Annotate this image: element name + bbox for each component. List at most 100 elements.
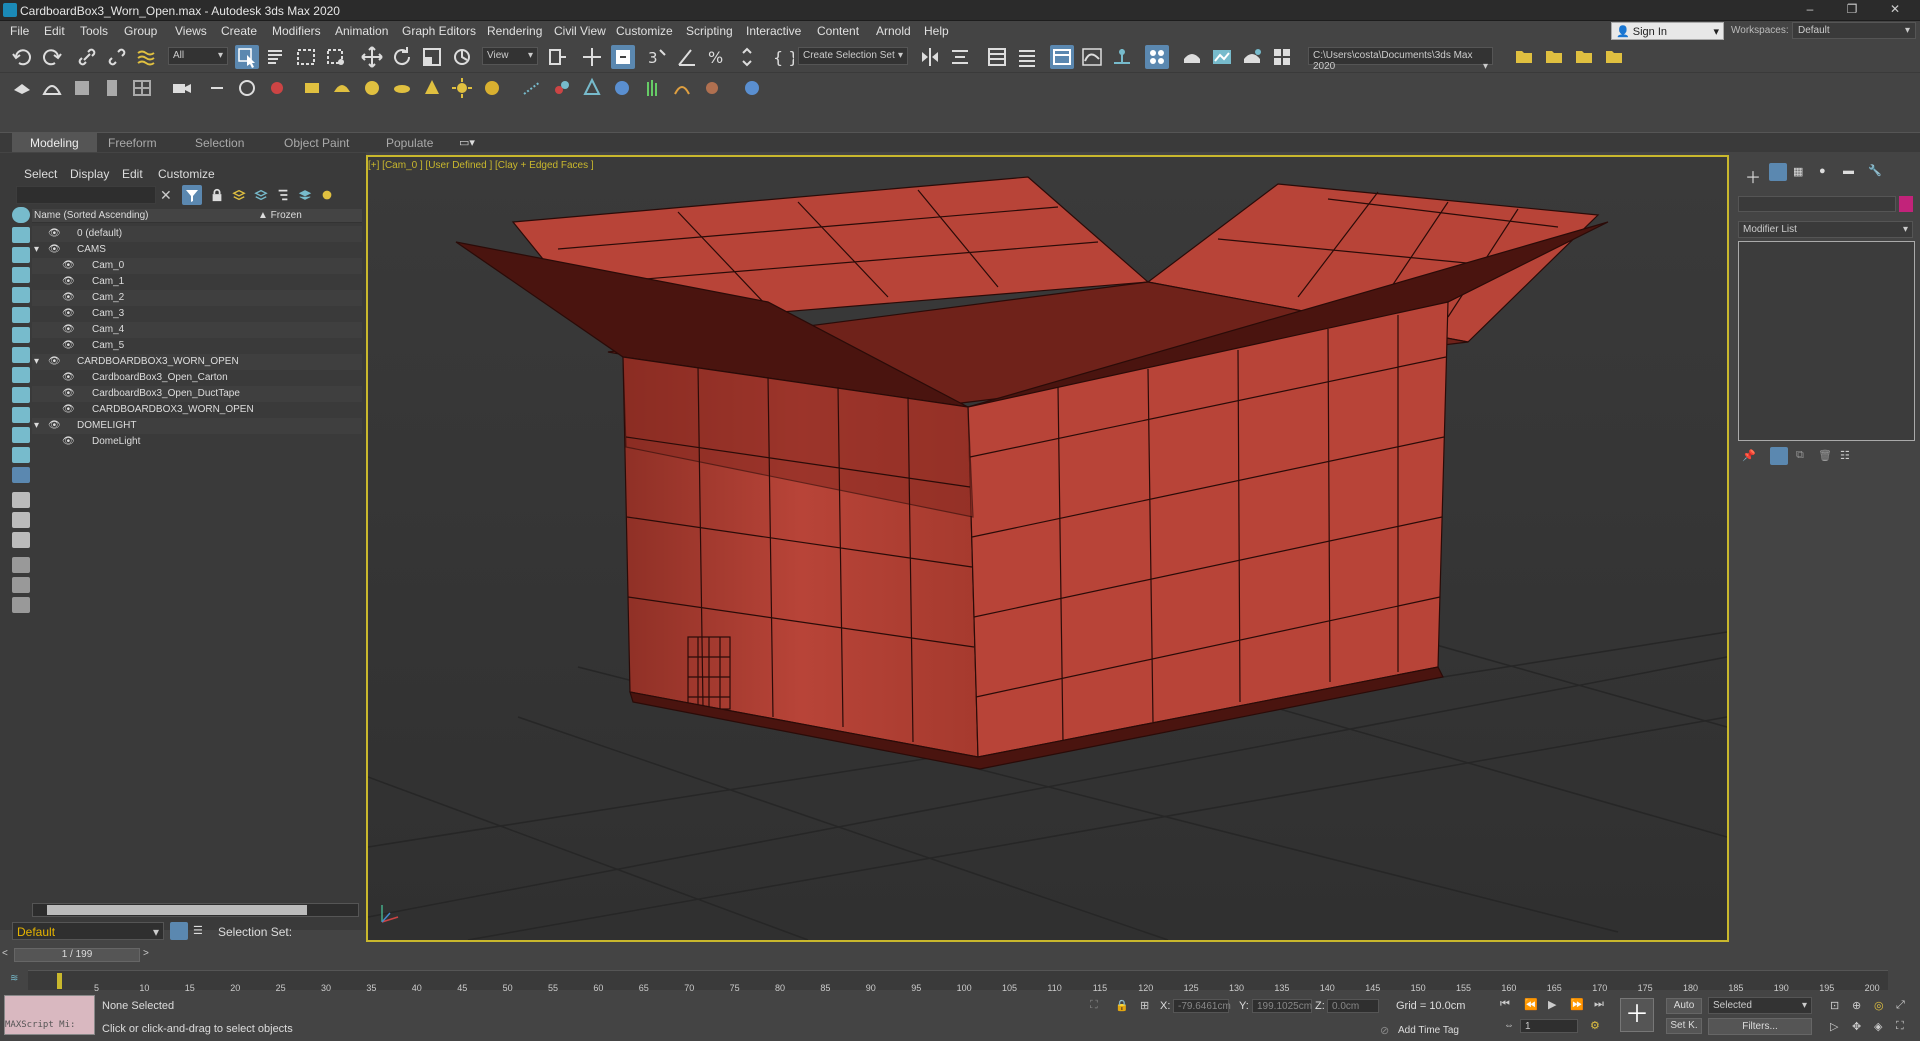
scene-row[interactable]: ▾ 👁 CAMS: [32, 242, 362, 258]
render-production-icon[interactable]: [1240, 45, 1264, 69]
eye-icon[interactable]: 👁: [62, 404, 75, 415]
reference-coordinate-dropdown[interactable]: View ▾: [482, 47, 538, 65]
shapes-icon[interactable]: [40, 76, 64, 100]
tab-object-paint[interactable]: Object Paint: [284, 136, 349, 150]
menu-edit[interactable]: Edit: [44, 24, 65, 38]
skydome-icon[interactable]: [480, 76, 504, 100]
edit-named-selection-icon[interactable]: { }: [770, 45, 798, 69]
lights-filter-icon[interactable]: [12, 267, 30, 283]
project-folder-dropdown[interactable]: C:\Users\costa\Documents\3ds Max 2020 ▾: [1308, 47, 1493, 72]
ribbon-options-icon[interactable]: ▭▾: [459, 136, 475, 149]
percent-snap-icon[interactable]: %: [705, 45, 729, 69]
time-ruler[interactable]: 5 10 15 20 25 30 35 40 45 50 55 60 65 70 75 80 85 90 95 100…: [28, 970, 1888, 993]
scrollbar-thumb[interactable]: [47, 905, 307, 915]
auto-key-button[interactable]: Auto: [1666, 998, 1702, 1014]
pin-stack-icon[interactable]: 📌: [1742, 449, 1756, 462]
placement-icon[interactable]: [450, 45, 474, 69]
selection-filter-dropdown[interactable]: All ▾: [168, 47, 228, 65]
time-slider[interactable]: 1 / 199: [14, 948, 140, 962]
go-to-start-icon[interactable]: ⏮: [1500, 998, 1510, 1011]
open-folder-icon[interactable]: [1542, 45, 1566, 69]
particle-icon[interactable]: [235, 76, 259, 100]
expand-arrow-icon[interactable]: ▾: [34, 244, 39, 255]
menu-help[interactable]: Help: [924, 24, 949, 38]
zoom-extents-icon[interactable]: ⊡: [1830, 999, 1839, 1012]
field-of-view-icon[interactable]: ▷: [1830, 1020, 1838, 1033]
rotate-icon[interactable]: [390, 45, 414, 69]
display-tab-icon[interactable]: ▬: [1843, 165, 1854, 177]
frozen-filter-icon[interactable]: [12, 427, 30, 443]
scene-row[interactable]: ▾ 👁 DOMELIGHT: [32, 418, 362, 434]
tag-icon[interactable]: [12, 597, 30, 613]
tab-populate[interactable]: Populate: [386, 136, 433, 150]
lock-icon[interactable]: [210, 188, 224, 205]
toggle-ribbon-icon[interactable]: [1050, 45, 1074, 69]
key-mode-icon[interactable]: ⇔: [1504, 1020, 1514, 1031]
visibility-filter-icon[interactable]: [12, 467, 30, 483]
filter-options-icon[interactable]: [12, 557, 30, 573]
orbit-icon[interactable]: ◎: [1874, 999, 1884, 1012]
clear-search-icon[interactable]: ✕: [160, 187, 172, 204]
column-name-header[interactable]: Name (Sorted Ascending): [34, 210, 149, 221]
move-icon[interactable]: [360, 45, 384, 69]
layer-stack-icon[interactable]: [298, 188, 312, 205]
scale-icon[interactable]: [420, 45, 444, 69]
workspace-dropdown[interactable]: Default ▾: [1792, 22, 1916, 39]
selection-lock-icon[interactable]: 🔒: [1115, 999, 1129, 1012]
window-crossing-icon[interactable]: [324, 45, 348, 69]
scene-row[interactable]: 👁 Cam_1: [32, 274, 362, 290]
options-icon-3[interactable]: [12, 532, 30, 548]
select-by-name-icon[interactable]: [264, 45, 288, 69]
project-folder-icon[interactable]: [1512, 45, 1536, 69]
named-selection-sets-dropdown[interactable]: Create Selection Set ▾: [798, 47, 908, 65]
modifier-stack[interactable]: [1738, 241, 1915, 441]
layer-explorer-icon[interactable]: [170, 922, 188, 940]
arnold-standin-icon[interactable]: [670, 76, 694, 100]
column-frozen-header[interactable]: ▲ Frozen: [258, 210, 302, 221]
scene-row[interactable]: 👁 CardboardBox3_Open_DuctTape: [32, 386, 362, 402]
funnel-icon[interactable]: [12, 577, 30, 593]
scene-explorer-scrollbar[interactable]: [32, 903, 359, 917]
helper-icon[interactable]: [205, 76, 229, 100]
expand-arrow-icon[interactable]: ▾: [34, 356, 39, 367]
scene-row[interactable]: 👁 DomeLight: [32, 434, 362, 450]
hierarchy-icon[interactable]: [276, 188, 290, 205]
unlink-icon[interactable]: [105, 45, 129, 69]
rendered-frame-window-icon[interactable]: [1210, 45, 1234, 69]
scene-row[interactable]: 👁 Cam_0: [32, 258, 362, 274]
scene-row[interactable]: 👁 CARDBOARDBOX3_WORN_OPEN: [32, 402, 362, 418]
menu-create[interactable]: Create: [221, 24, 257, 38]
pivot-point-icon[interactable]: [545, 45, 569, 69]
spacewarps-filter-icon[interactable]: [12, 327, 30, 343]
cameras-filter-icon[interactable]: [12, 287, 30, 303]
eye-icon[interactable]: 👁: [62, 260, 75, 271]
viewport-label[interactable]: [+] [Cam_0 ] [User Defined ] [Clay + Edg…: [368, 160, 594, 171]
add-time-tag[interactable]: Add Time Tag: [1398, 1025, 1459, 1036]
go-to-end-icon[interactable]: ⏭: [1594, 998, 1604, 1011]
light-sphere-icon[interactable]: [360, 76, 384, 100]
object-color-swatch[interactable]: [1899, 196, 1913, 212]
scene-explorer-menu-customize[interactable]: Customize: [158, 167, 215, 181]
time-slider-marker[interactable]: [57, 973, 62, 989]
set-key-icon[interactable]: ＋: [1620, 998, 1654, 1032]
make-unique-icon[interactable]: ⧉: [1796, 449, 1804, 462]
set-key-button[interactable]: Set K.: [1666, 1018, 1702, 1034]
menu-customize[interactable]: Customize: [616, 24, 673, 38]
minimize-button[interactable]: –: [1795, 2, 1825, 19]
eye-icon[interactable]: 👁: [62, 372, 75, 383]
viewport[interactable]: [366, 155, 1729, 942]
eye-icon[interactable]: 👁: [48, 244, 61, 255]
menu-content[interactable]: Content: [817, 24, 859, 38]
undo-icon[interactable]: [10, 45, 34, 69]
eye-icon[interactable]: 👁: [62, 308, 75, 319]
menu-civil-view[interactable]: Civil View: [554, 24, 606, 38]
align-icon[interactable]: [948, 45, 972, 69]
mirror-icon[interactable]: [918, 45, 942, 69]
eye-icon[interactable]: 👁: [62, 292, 75, 303]
new-layer-icon[interactable]: [232, 188, 246, 205]
zoom-icon[interactable]: ⊕: [1852, 999, 1861, 1012]
close-button[interactable]: ✕: [1880, 2, 1910, 19]
material-editor-icon[interactable]: [1145, 45, 1169, 69]
light-rect-icon[interactable]: [300, 76, 324, 100]
current-frame-field[interactable]: 1: [1520, 1019, 1578, 1033]
